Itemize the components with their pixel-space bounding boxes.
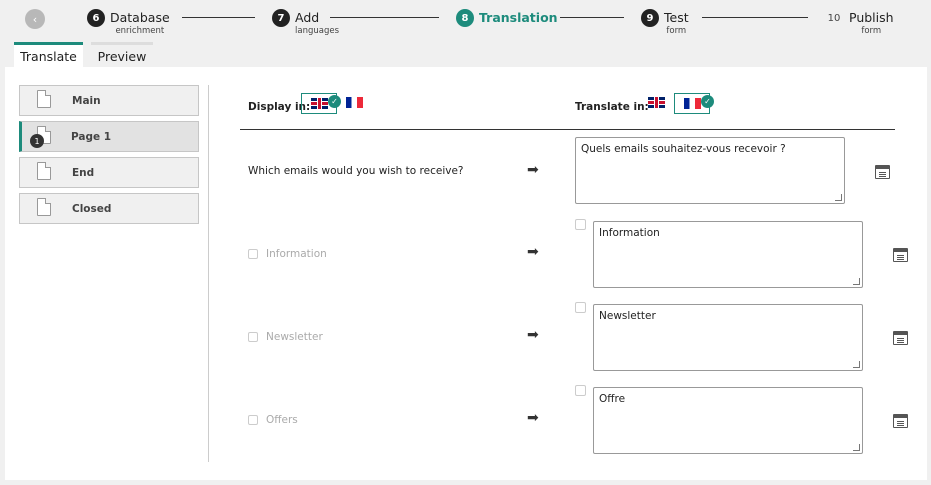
step-separator [182, 17, 255, 18]
translate-in-label: Translate in: [575, 101, 649, 113]
checkmark-icon: ✓ [328, 95, 341, 108]
tab-preview[interactable]: Preview [91, 42, 153, 67]
step-label: Translation [479, 10, 558, 25]
checkmark-icon: ✓ [701, 95, 714, 108]
page-label: End [72, 166, 95, 179]
tab-translate[interactable]: Translate [14, 42, 83, 67]
french-flag-icon [684, 98, 701, 109]
option-source-offers: Offers [248, 414, 298, 426]
double-arrow-right-icon: ➡ [527, 410, 539, 426]
double-arrow-right-icon: ➡ [527, 162, 539, 178]
option-source-text: Newsletter [266, 331, 323, 343]
step-separator [330, 17, 439, 18]
step-separator [702, 17, 808, 18]
notes-icon[interactable] [875, 165, 890, 179]
option-checkbox[interactable] [248, 332, 258, 342]
step-label: Publish [849, 10, 894, 25]
page-item-end[interactable]: End [19, 157, 199, 188]
option-checkbox[interactable] [248, 249, 258, 259]
page-label: Closed [72, 202, 112, 215]
option-source-newsletter: Newsletter [248, 331, 323, 343]
back-button[interactable]: ‹ [25, 9, 45, 29]
page-item-closed[interactable]: Closed [19, 193, 199, 224]
step-add-languages[interactable]: 7 Add languages [272, 9, 339, 36]
page-item-main[interactable]: Main [19, 85, 199, 116]
option-source-text: Offers [266, 414, 298, 426]
uk-flag-icon [311, 98, 328, 109]
step-translation[interactable]: 8 Translation [456, 9, 558, 27]
option-checkbox[interactable] [248, 415, 258, 425]
option-source-information: Information [248, 248, 327, 260]
step-publish-form[interactable]: 10 Publish form [824, 9, 894, 36]
step-sublabel: form [666, 26, 687, 36]
double-arrow-right-icon: ➡ [527, 244, 539, 260]
step-number: 6 [87, 9, 105, 27]
step-label: Database [110, 10, 170, 25]
step-number: 10 [827, 12, 841, 24]
step-test-form[interactable]: 9 Test form [641, 9, 689, 36]
question-translation-input[interactable]: Quels emails souhaitez-vous recevoir ? [575, 137, 845, 204]
step-sublabel: form [861, 26, 882, 36]
page-label: Main [72, 94, 101, 107]
display-flag-french[interactable] [346, 97, 363, 108]
translate-flag-english[interactable] [648, 97, 665, 108]
page-badge: 1 [30, 134, 44, 148]
notes-icon[interactable] [893, 248, 908, 262]
double-arrow-right-icon: ➡ [527, 327, 539, 343]
step-database-enrichment[interactable]: 6 Database enrichment [87, 9, 170, 36]
step-number: 7 [272, 9, 290, 27]
option-translation-input-information[interactable]: Information [593, 221, 863, 288]
page-icon [37, 198, 51, 216]
option-translation-checkbox[interactable] [575, 219, 586, 230]
step-number: 9 [641, 9, 659, 27]
question-source-text: Which emails would you wish to receive? [248, 165, 464, 177]
step-label: Test [664, 10, 689, 25]
chevron-left-icon: ‹ [32, 12, 38, 26]
option-translation-checkbox[interactable] [575, 385, 586, 396]
option-translation-input-offers[interactable]: Offre [593, 387, 863, 454]
step-sublabel: enrichment [115, 26, 165, 36]
header-divider [240, 129, 895, 130]
option-translation-input-newsletter[interactable]: Newsletter [593, 304, 863, 371]
step-number: 8 [456, 9, 474, 27]
page-label: Page 1 [71, 130, 112, 143]
notes-icon[interactable] [893, 331, 908, 345]
step-sublabel: languages [295, 26, 340, 36]
option-translation-checkbox[interactable] [575, 302, 586, 313]
step-separator [560, 17, 624, 18]
page-icon [37, 90, 51, 108]
option-source-text: Information [266, 248, 327, 260]
panel-divider [208, 85, 209, 462]
page-icon [37, 162, 51, 180]
notes-icon[interactable] [893, 414, 908, 428]
page-item-page-1[interactable]: 1 Page 1 [19, 121, 199, 152]
